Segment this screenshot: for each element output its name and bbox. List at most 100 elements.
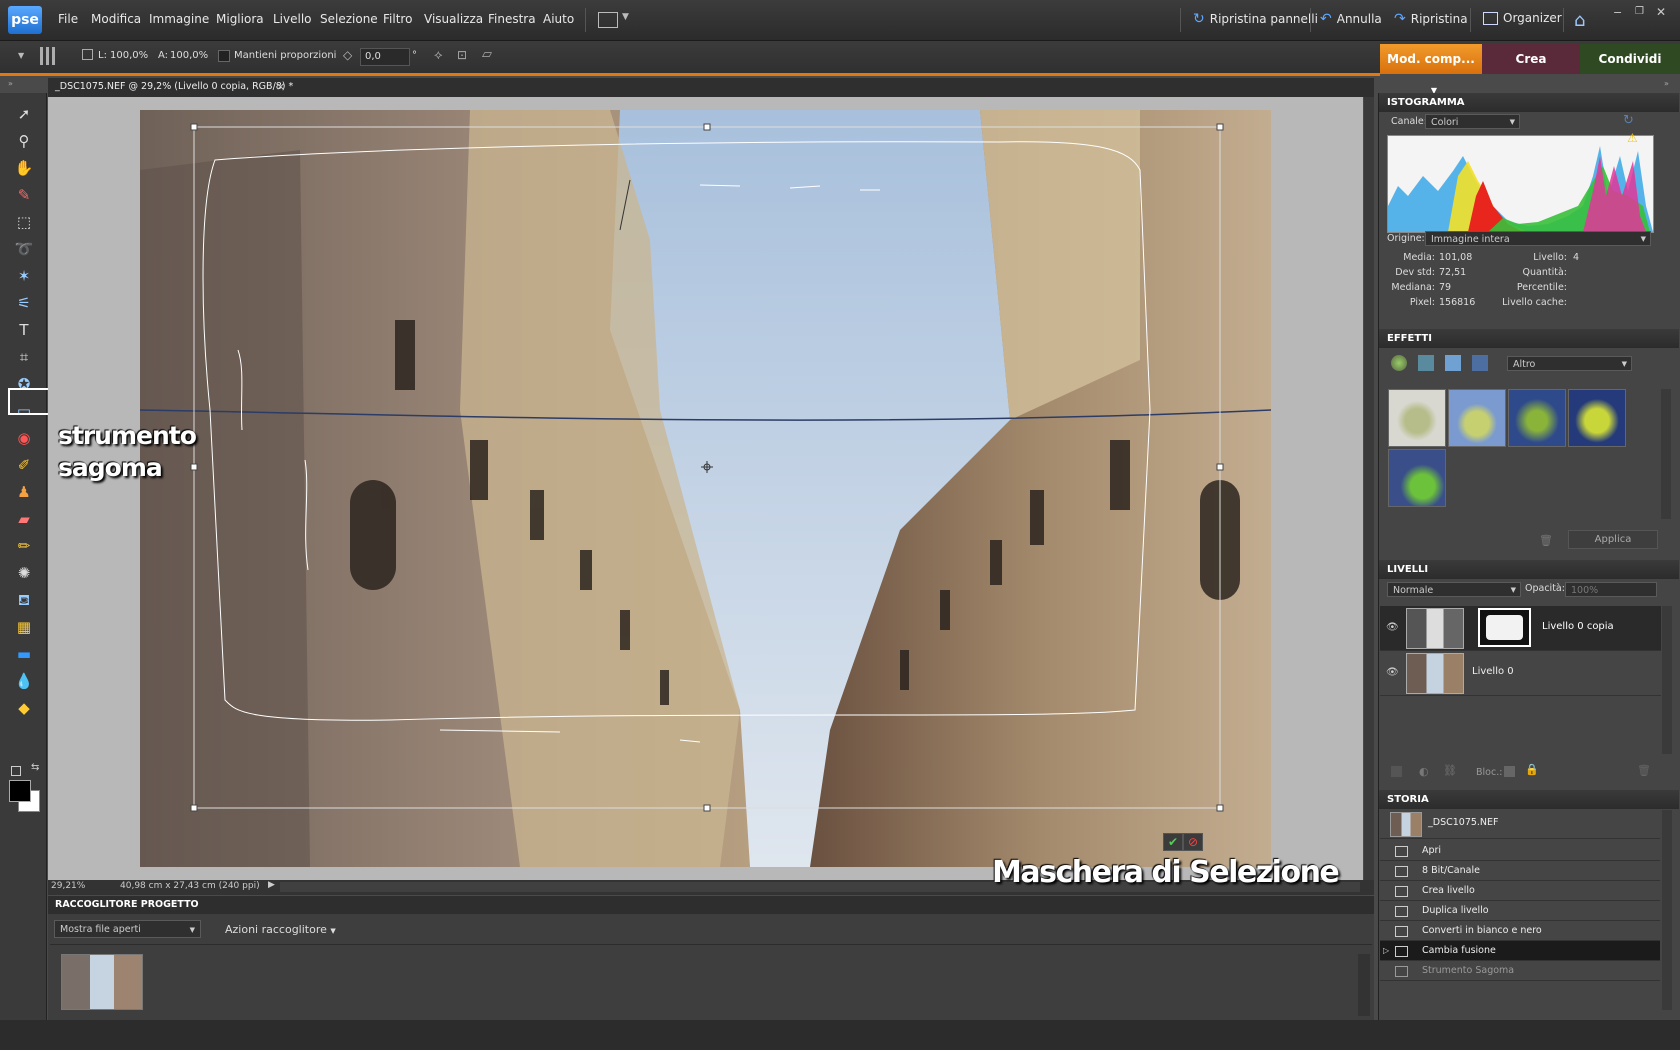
expand-panels-icon[interactable]: » [1664,79,1669,88]
commit-check-icon[interactable]: ✔ [1163,833,1183,851]
canvas-vertical-scrollbar[interactable] [1364,97,1374,880]
effect-thumbnail[interactable] [1568,389,1626,447]
crop-tool-icon[interactable]: ⌗ [13,346,35,368]
bin-thumbnail[interactable] [61,954,143,1010]
layer-row-active[interactable]: 👁 Livello 0 copia [1380,606,1661,651]
warning-icon[interactable]: ⚠ [1627,131,1638,145]
history-snapshot[interactable]: _DSC1075.NEF [1380,810,1660,839]
opacity-field[interactable]: 100% [1565,582,1657,597]
history-item[interactable]: Crea livello [1380,881,1660,901]
delete-layer-icon[interactable]: 🗑 [1637,764,1651,777]
source-select[interactable]: Immagine intera ▼ [1425,231,1651,246]
clone-stamp-tool-icon[interactable]: ♟ [13,481,35,503]
menu-finestra[interactable]: Finestra [488,12,536,26]
history-item[interactable]: Converti in bianco e nero [1380,921,1660,941]
menu-livello[interactable]: Livello [273,12,312,26]
layers-scrollbar[interactable] [1662,606,1672,754]
shape-tool-icon[interactable]: ▬ [13,643,35,665]
apply-effect-button[interactable]: Applica [1568,530,1658,549]
pencil-tool-icon[interactable]: ✏ [13,535,35,557]
lock-icon[interactable]: 🔒 [1525,763,1539,776]
paint-bucket-tool-icon[interactable]: ⛾ [13,589,35,611]
smart-brush-tool-icon[interactable]: ✺ [13,562,35,584]
tab-edit-full[interactable]: Mod. comp... ▼ [1380,44,1482,95]
link-layers-icon[interactable]: ⛓ [1443,764,1457,777]
red-eye-tool-icon[interactable]: ◉ [13,427,35,449]
grid-icon[interactable] [40,47,58,65]
default-colors-icon[interactable] [11,766,21,776]
transform-skew-icon[interactable]: ▱ [482,47,492,62]
cancel-icon[interactable]: ⊘ [1183,833,1203,851]
show-files-select[interactable]: Mostra file aperti ▼ [54,920,201,938]
zoom-tool-icon[interactable]: ⚲ [13,130,35,152]
document-tab-title[interactable]: _DSC1075.NEF @ 29,2% (Livello 0 copia, R… [55,81,293,92]
bin-scrollbar[interactable] [1358,954,1370,1016]
width-field[interactable]: 100,0% [110,50,148,61]
effects-panel-header[interactable]: EFFETTI [1379,329,1679,348]
eye-icon[interactable]: 👁 [1386,622,1399,633]
new-layer-icon[interactable] [1391,766,1402,777]
menu-immagine[interactable]: Immagine [149,12,209,26]
transform-scale-icon[interactable]: ⊡ [457,48,467,62]
histogram-panel-header[interactable]: ISTOGRAMMA [1379,93,1679,112]
lasso-tool-icon[interactable]: ➰ [13,238,35,260]
type-tool-icon[interactable]: T [13,319,35,341]
effect-thumbnail[interactable] [1388,449,1446,507]
foreground-color-swatch[interactable] [9,780,31,802]
magic-wand-tool-icon[interactable]: ✶ [13,265,35,287]
menu-selezione[interactable]: Selezione [320,12,378,26]
layers-panel-header[interactable]: LIVELLI [1379,560,1679,579]
workspace-layout-icon[interactable] [598,12,618,28]
tab-share[interactable]: Condividi [1580,44,1680,74]
eye-icon[interactable]: 👁 [1386,667,1399,678]
history-item[interactable]: 8 Bit/Canale [1380,861,1660,881]
expand-toolbox-icon[interactable]: » [8,79,13,88]
sponge-tool-icon[interactable]: ◆ [13,697,35,719]
effect-thumbnail[interactable] [1508,389,1566,447]
effects-category-select[interactable]: Altro ▼ [1507,356,1632,371]
trash-icon[interactable]: 🗑 [1539,534,1553,547]
menu-visualizza[interactable]: Visualizza [424,12,483,26]
tab-create[interactable]: Crea [1482,44,1580,74]
menu-modifica[interactable]: Modifica [91,12,141,26]
history-item[interactable]: Apri [1380,841,1660,861]
history-item-undone[interactable]: Strumento Sagoma [1380,961,1660,981]
photo-effects-icon[interactable] [1418,355,1434,371]
angle-field[interactable]: 0,0 [360,48,410,66]
marquee-tool-icon[interactable]: ⬚ [13,211,35,233]
document-photo[interactable] [140,110,1271,867]
layer-row[interactable]: 👁 Livello 0 [1380,651,1661,696]
close-tab-icon[interactable]: × [276,80,285,93]
bin-actions-menu[interactable]: Azioni raccoglitore ▼ [225,923,336,936]
blend-mode-select[interactable]: Normale ▼ [1387,582,1521,597]
hand-tool-icon[interactable]: ✋ [13,157,35,179]
quick-selection-tool-icon[interactable]: ⚟ [13,292,35,314]
restore-icon[interactable]: ❐ [1635,6,1644,17]
redo-button[interactable]: ↷ Ripristina [1394,11,1468,27]
blur-tool-icon[interactable]: 💧 [13,670,35,692]
status-menu-arrow-icon[interactable]: ▶ [268,880,275,890]
zoom-level[interactable]: 29,21% [51,881,85,891]
layer-mask-thumbnail[interactable] [1478,608,1531,647]
eraser-tool-icon[interactable]: ▰ [13,508,35,530]
chevron-down-icon[interactable]: ▼ [622,12,629,22]
all-effects-icon[interactable] [1472,355,1488,371]
history-panel-header[interactable]: STORIA [1379,790,1679,809]
move-tool-icon[interactable]: ➚ [13,103,35,125]
lock-transparency-icon[interactable] [1504,766,1515,777]
swap-colors-icon[interactable]: ⇆ [31,762,39,773]
height-field[interactable]: 100,0% [170,50,208,61]
close-icon[interactable]: ✕ [1656,5,1666,19]
channel-select[interactable]: Colori ▼ [1425,114,1520,129]
tool-preset-chevron-icon[interactable]: ▼ [18,51,24,60]
history-item-active[interactable]: ▷ Cambia fusione [1380,941,1660,961]
eyedropper-tool-icon[interactable]: ✎ [13,184,35,206]
history-scrollbar[interactable] [1662,810,1672,1010]
gradient-tool-icon[interactable]: ▦ [13,616,35,638]
home-icon[interactable]: ⌂ [1574,10,1585,31]
organizer-button[interactable]: Organizer [1483,11,1562,25]
minimize-icon[interactable]: − [1613,6,1622,19]
refresh-histogram-icon[interactable]: ↻ [1623,113,1634,128]
history-item[interactable]: Duplica livello [1380,901,1660,921]
menu-aiuto[interactable]: Aiuto [543,12,574,26]
